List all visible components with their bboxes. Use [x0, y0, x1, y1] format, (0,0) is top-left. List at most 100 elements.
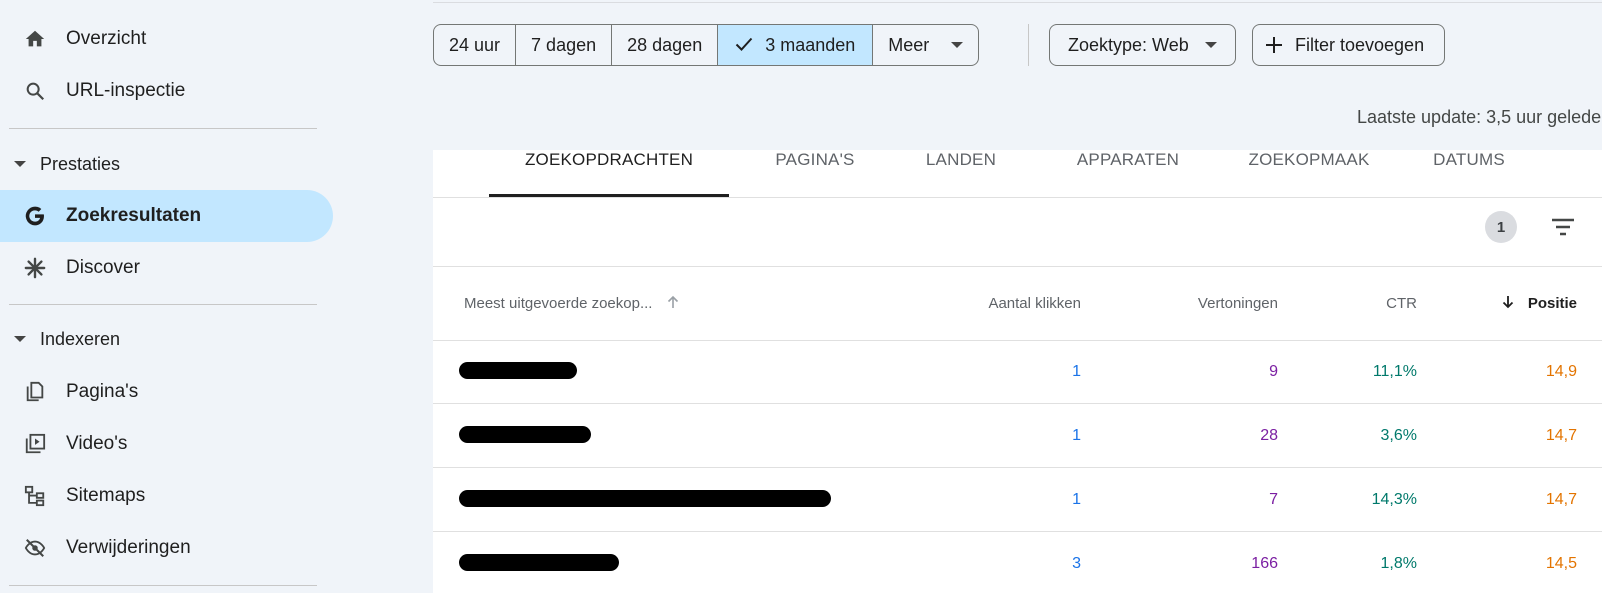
plus-icon [1265, 35, 1283, 55]
sidebar-item-sitemaps[interactable]: Sitemaps [0, 470, 333, 522]
sidebar-item-label: Zoekresultaten [66, 205, 202, 226]
google-icon [22, 203, 48, 229]
clicks-value: 1 [1072, 363, 1081, 380]
tab-label: PAGINA'S [775, 150, 855, 169]
redacted-query [459, 554, 619, 571]
section-indexeren[interactable]: Indexeren [14, 324, 120, 354]
position-value: 14,9 [1545, 363, 1577, 380]
home-icon [22, 26, 48, 52]
clicks-value: 3 [1072, 555, 1081, 572]
range-label: Meer [888, 34, 930, 55]
range-label: 24 uur [449, 34, 501, 55]
table-row[interactable]: 3 166 1,8% 14,5 [433, 533, 1602, 593]
column-header-impressions[interactable]: Vertoningen [1198, 295, 1278, 312]
search-icon [22, 78, 48, 104]
tab-zoekopmaak[interactable]: ZOEKOPMAAK [1229, 150, 1389, 196]
ctr-value: 11,1% [1372, 363, 1417, 380]
sidebar-item-label: Discover [66, 257, 140, 278]
sidebar-item-verwijderingen[interactable]: Verwijderingen [0, 522, 333, 574]
column-label: Positie [1527, 295, 1577, 312]
sidebar-item-label: URL-inspectie [66, 80, 186, 101]
caret-down-icon [14, 336, 26, 342]
sidebar-divider [9, 128, 317, 129]
sidebar-item-zoekresultaten[interactable]: Zoekresultaten [0, 190, 333, 242]
sidebar-item-label: Video's [66, 433, 128, 454]
tab-landen[interactable]: LANDEN [906, 150, 1016, 196]
impressions-value: 7 [1269, 491, 1278, 508]
tab-label: LANDEN [925, 150, 997, 169]
redacted-query [459, 362, 577, 379]
video-icon [22, 431, 48, 457]
table-row[interactable]: 1 28 3,6% 14,7 [433, 405, 1602, 468]
sort-arrow-up-icon [667, 295, 679, 313]
performance-card: ZOEKOPDRACHTEN PAGINA'S LANDEN APPARATEN… [433, 150, 1602, 593]
column-label: Meest uitgevoerde zoekop... [464, 295, 653, 312]
tab-apparaten[interactable]: APPARATEN [1053, 150, 1203, 196]
range-3-maanden[interactable]: 3 maanden [718, 25, 874, 65]
tab-zoekopdrachten[interactable]: ZOEKOPDRACHTEN [489, 150, 729, 196]
sidebar-item-label: Overzicht [66, 28, 147, 49]
top-divider [433, 2, 1602, 3]
redacted-query [459, 426, 591, 443]
sidebar-item-url-inspectie[interactable]: URL-inspectie [0, 65, 333, 117]
column-header-clicks[interactable]: Aantal klikken [988, 295, 1081, 312]
toolbar-divider [433, 266, 1602, 267]
sitemap-icon [22, 483, 48, 509]
dropdown-arrow-icon [1204, 42, 1217, 48]
column-header-query[interactable]: Meest uitgevoerde zoekop... [464, 295, 679, 313]
clicks-value: 1 [1072, 491, 1081, 508]
sidebar: Overzicht URL-inspectie Prestaties Zoekr… [0, 0, 340, 593]
column-header-ctr[interactable]: CTR [1386, 295, 1417, 312]
sidebar-item-discover[interactable]: Discover [0, 242, 333, 294]
pages-icon [22, 379, 48, 405]
search-type-label: Zoektype: Web [1068, 34, 1189, 55]
table-row[interactable]: 1 9 11,1% 14,9 [433, 341, 1602, 404]
range-meer-dropdown[interactable]: Meer [873, 25, 978, 65]
filter-icon[interactable] [1548, 212, 1578, 242]
filter-count-badge[interactable]: 1 [1485, 211, 1517, 243]
impressions-value: 28 [1260, 427, 1278, 444]
tab-label: APPARATEN [1076, 150, 1180, 169]
caret-down-icon [14, 161, 26, 167]
position-value: 14,5 [1545, 555, 1577, 572]
last-update-text: Laatste update: 3,5 uur geleden [1357, 107, 1602, 127]
ctr-value: 1,8% [1380, 555, 1417, 572]
date-range-selector: 24 uur 7 dagen 28 dagen 3 maanden Meer [433, 24, 980, 66]
range-label: 28 dagen [627, 34, 703, 55]
table-row[interactable]: 1 7 14,3% 14,7 [433, 469, 1602, 532]
sidebar-item-label: Sitemaps [66, 485, 146, 506]
ctr-value: 14,3% [1371, 491, 1417, 508]
range-label: 3 maanden [765, 34, 856, 55]
eye-off-icon [22, 535, 48, 561]
section-prestaties[interactable]: Prestaties [14, 149, 120, 179]
range-7-dagen[interactable]: 7 dagen [516, 25, 613, 65]
tab-paginas[interactable]: PAGINA'S [755, 150, 875, 196]
tab-datums[interactable]: DATUMS [1414, 150, 1524, 196]
asterisk-icon [22, 255, 48, 281]
filter-separator [1028, 24, 1029, 66]
impressions-value: 9 [1269, 363, 1278, 380]
sidebar-item-paginas[interactable]: Pagina's [0, 366, 333, 418]
tab-label: ZOEKOPMAAK [1248, 150, 1370, 169]
impressions-value: 166 [1251, 555, 1278, 572]
sidebar-item-label: Pagina's [66, 381, 139, 402]
sidebar-item-overzicht[interactable]: Overzicht [0, 13, 333, 65]
redacted-query [459, 490, 831, 507]
position-value: 14,7 [1545, 427, 1577, 444]
sidebar-divider [9, 304, 317, 305]
sidebar-item-videos[interactable]: Video's [0, 418, 333, 470]
range-24-uur[interactable]: 24 uur [434, 25, 517, 65]
sidebar-divider [9, 585, 317, 586]
sidebar-item-label: Verwijderingen [66, 537, 191, 558]
add-filter-button[interactable]: Filter toevoegen [1252, 24, 1446, 66]
sort-arrow-down-icon [1502, 296, 1518, 313]
section-label: Prestaties [40, 153, 121, 174]
search-type-dropdown[interactable]: Zoektype: Web [1049, 24, 1236, 66]
dropdown-arrow-icon [951, 42, 964, 48]
range-28-dagen[interactable]: 28 dagen [612, 25, 719, 65]
range-label: 7 dagen [531, 34, 597, 55]
column-header-position[interactable]: Positie [1502, 295, 1577, 313]
tab-label: DATUMS [1433, 150, 1505, 169]
tab-label: ZOEKOPDRACHTEN [524, 150, 694, 169]
ctr-value: 3,6% [1380, 427, 1417, 444]
